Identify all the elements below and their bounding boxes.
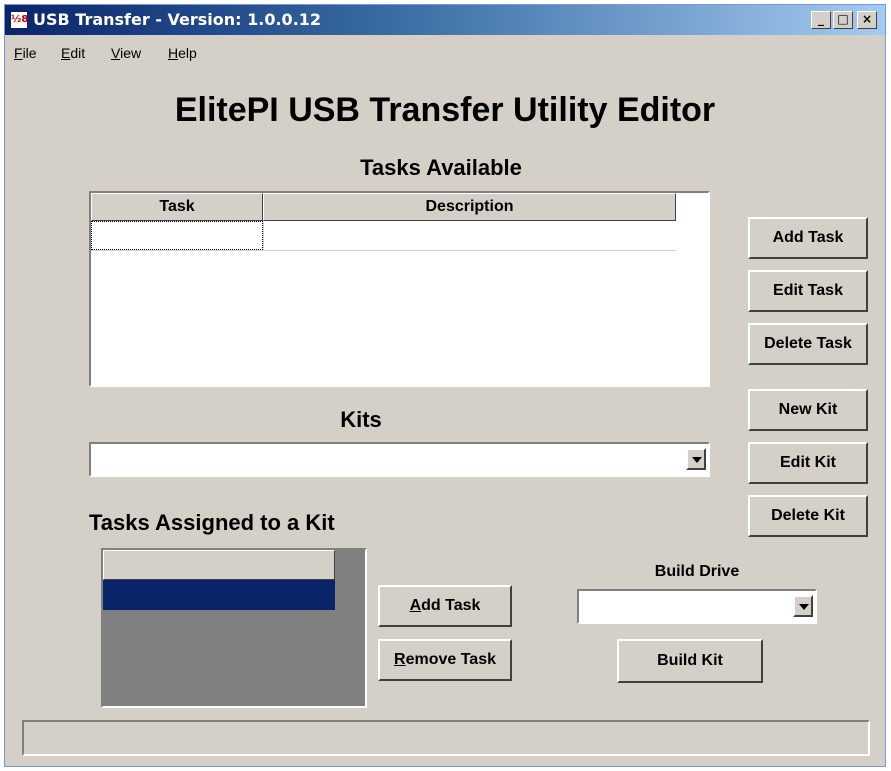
table-row[interactable] [91,221,676,251]
task-cell[interactable] [91,221,263,250]
tasks-available-list[interactable]: Task Description [89,191,710,387]
description-cell[interactable] [263,221,676,250]
assign-add-task-button[interactable]: Add Task [378,585,512,627]
window-title: USB Transfer - Version: 1.0.0.12 [33,10,322,29]
build-kit-button[interactable]: Build Kit [617,639,763,683]
chevron-down-icon[interactable] [793,595,813,617]
close-button[interactable]: × [857,11,877,29]
build-drive-label: Build Drive [654,563,740,580]
menu-view[interactable]: View [111,45,141,61]
tasks-available-heading: Tasks Available [360,155,522,180]
status-bar [22,720,870,756]
column-header-description[interactable]: Description [263,193,676,221]
delete-kit-button[interactable]: Delete Kit [748,495,868,537]
menu-help[interactable]: Help [168,45,197,61]
build-drive-dropdown[interactable] [577,589,817,624]
title-bar[interactable]: ½8 USB Transfer - Version: 1.0.0.12 _ □ … [5,5,885,35]
selected-list-item[interactable] [103,580,335,610]
delete-task-button[interactable]: Delete Task [748,323,868,365]
tasks-assigned-heading: Tasks Assigned to a Kit [89,510,335,535]
menu-edit[interactable]: Edit [61,45,85,61]
add-task-button[interactable]: Add Task [748,217,868,259]
main-title: ElitePI USB Transfer Utility Editor [174,91,716,129]
remove-task-button[interactable]: Remove Task [378,639,512,681]
kits-heading: Kits [340,407,382,432]
menu-file[interactable]: File [14,45,37,61]
edit-task-button[interactable]: Edit Task [748,270,868,312]
column-header-task[interactable]: Task [91,193,263,221]
app-window: ½8 USB Transfer - Version: 1.0.0.12 _ □ … [4,4,886,767]
kits-dropdown[interactable] [89,442,710,477]
edit-kit-button[interactable]: Edit Kit [748,442,868,484]
minimize-button[interactable]: _ [811,11,831,29]
column-header[interactable] [103,550,335,580]
tasks-assigned-list[interactable] [101,548,367,708]
chevron-down-icon[interactable] [686,448,706,470]
maximize-button[interactable]: □ [833,11,853,29]
app-icon: ½8 [10,11,28,29]
